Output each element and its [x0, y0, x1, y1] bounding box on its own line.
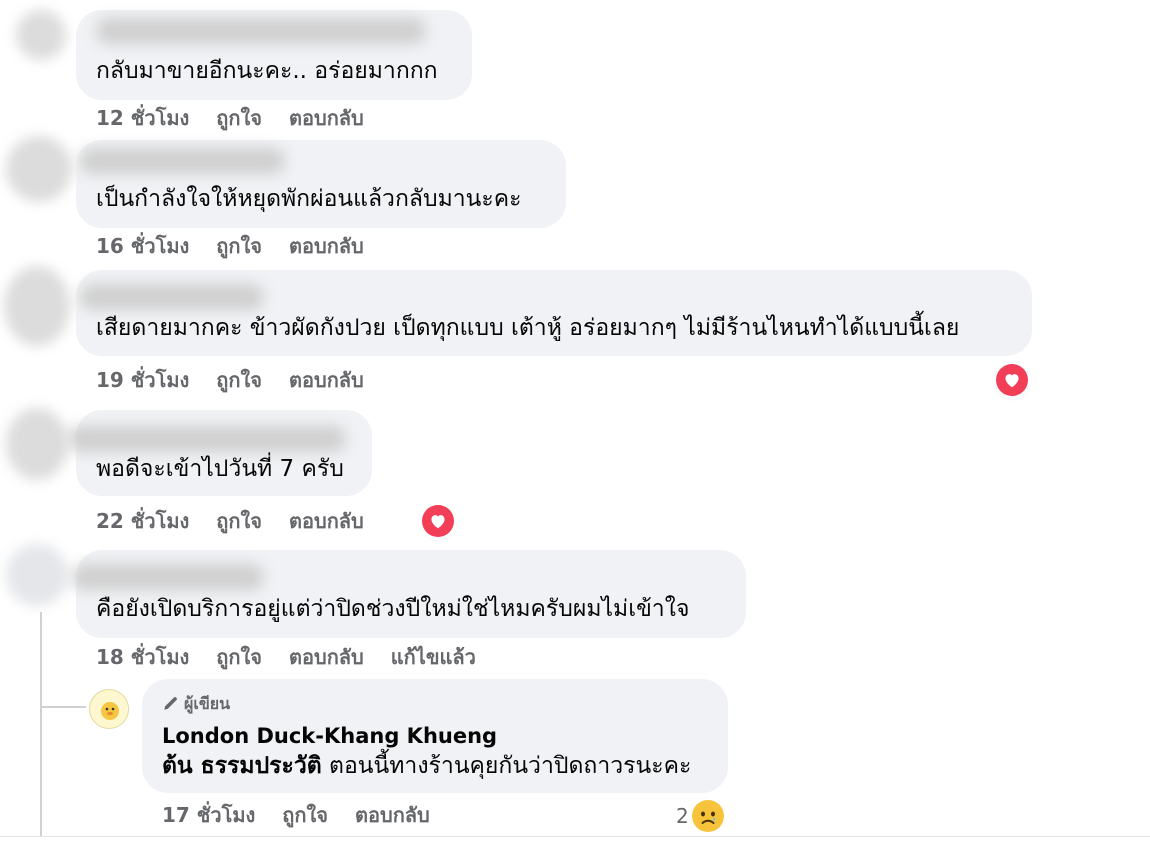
avatar[interactable] [6, 544, 68, 606]
comment-actions: 22 ชั่วโมง ถูกใจ ตอบกลับ [96, 509, 391, 533]
avatar[interactable] [16, 10, 66, 60]
bottom-divider [0, 836, 1150, 837]
thread-line [40, 612, 42, 836]
page-avatar[interactable] [89, 689, 129, 729]
commenter-name-blurred[interactable] [80, 284, 264, 310]
comment-timestamp[interactable]: 22 ชั่วโมง [96, 509, 189, 533]
reply-timestamp[interactable]: 17 ชั่วโมง [162, 803, 255, 827]
reply-button[interactable]: ตอบกลับ [289, 234, 364, 258]
commenter-name-blurred[interactable] [72, 564, 264, 590]
reply-button[interactable]: ตอบกลับ [289, 368, 364, 392]
sad-reaction-icon[interactable] [692, 800, 724, 832]
love-reaction-icon[interactable] [996, 364, 1028, 396]
like-button[interactable]: ถูกใจ [216, 106, 262, 130]
avatar[interactable] [6, 408, 68, 480]
sad-face-icon [693, 801, 723, 831]
reply-actions: 17 ชั่วโมง ถูกใจ ตอบกลับ [162, 803, 457, 827]
reply-text: ต้น ธรรมประวัติ ตอนนี้ทางร้านคุยกันว่าปิ… [162, 751, 691, 781]
pen-icon [164, 697, 177, 710]
duck-logo-icon [91, 691, 128, 728]
comment-timestamp[interactable]: 12 ชั่วโมง [96, 106, 189, 130]
like-button[interactable]: ถูกใจ [216, 368, 262, 392]
comment-text: กลับมาขายอีกนะคะ.. อร่อยมากกก [96, 58, 438, 84]
author-badge-label: ผู้เขียน [184, 694, 231, 713]
like-button[interactable]: ถูกใจ [216, 645, 262, 669]
reply-body: ตอนนี้ทางร้านคุยกันว่าปิดถาวรนะคะ [329, 753, 692, 779]
author-badge: ผู้เขียน [162, 692, 230, 717]
comment-timestamp[interactable]: 19 ชั่วโมง [96, 368, 189, 392]
comment-actions: 18 ชั่วโมง ถูกใจ ตอบกลับ แก้ไขแล้ว [96, 645, 503, 669]
comment-actions: 19 ชั่วโมง ถูกใจ ตอบกลับ [96, 368, 391, 392]
reply-author-name[interactable]: London Duck-Khang Khueng [162, 724, 497, 748]
comment-text: พอดีจะเข้าไปวันที่ 7 ครับ [96, 456, 344, 482]
commenter-name-blurred[interactable] [68, 426, 346, 452]
avatar[interactable] [6, 136, 72, 202]
reply-button[interactable]: ตอบกลับ [289, 106, 364, 130]
thread-connector [40, 706, 86, 708]
love-reaction-icon[interactable] [422, 505, 454, 537]
reply-button[interactable]: ตอบกลับ [289, 509, 364, 533]
like-button[interactable]: ถูกใจ [216, 234, 262, 258]
reaction-count[interactable]: 2 [676, 804, 689, 828]
commenter-name-blurred[interactable] [96, 18, 426, 44]
avatar[interactable] [4, 266, 70, 346]
comment-timestamp[interactable]: 18 ชั่วโมง [96, 645, 189, 669]
reply-button[interactable]: ตอบกลับ [289, 645, 364, 669]
tagged-user[interactable]: ต้น ธรรมประวัติ [162, 753, 322, 779]
comment-actions: 12 ชั่วโมง ถูกใจ ตอบกลับ [96, 106, 391, 130]
comment-text: คือยังเปิดบริการอยู่แต่ว่าปิดช่วงปีใหม่ใ… [96, 596, 690, 622]
comment-text: เสียดายมากคะ ข้าวผัดกังปวย เป็ดทุกแบบ เต… [96, 315, 960, 341]
like-button[interactable]: ถูกใจ [282, 803, 328, 827]
reply-button[interactable]: ตอบกลับ [355, 803, 430, 827]
edited-label[interactable]: แก้ไขแล้ว [391, 645, 476, 669]
like-button[interactable]: ถูกใจ [216, 509, 262, 533]
comment-actions: 16 ชั่วโมง ถูกใจ ตอบกลับ [96, 234, 391, 258]
comment-timestamp[interactable]: 16 ชั่วโมง [96, 234, 189, 258]
comment-text: เป็นกำลังใจให้หยุดพักผ่อนแล้วกลับมานะคะ [96, 186, 522, 212]
commenter-name-blurred[interactable] [80, 148, 285, 174]
